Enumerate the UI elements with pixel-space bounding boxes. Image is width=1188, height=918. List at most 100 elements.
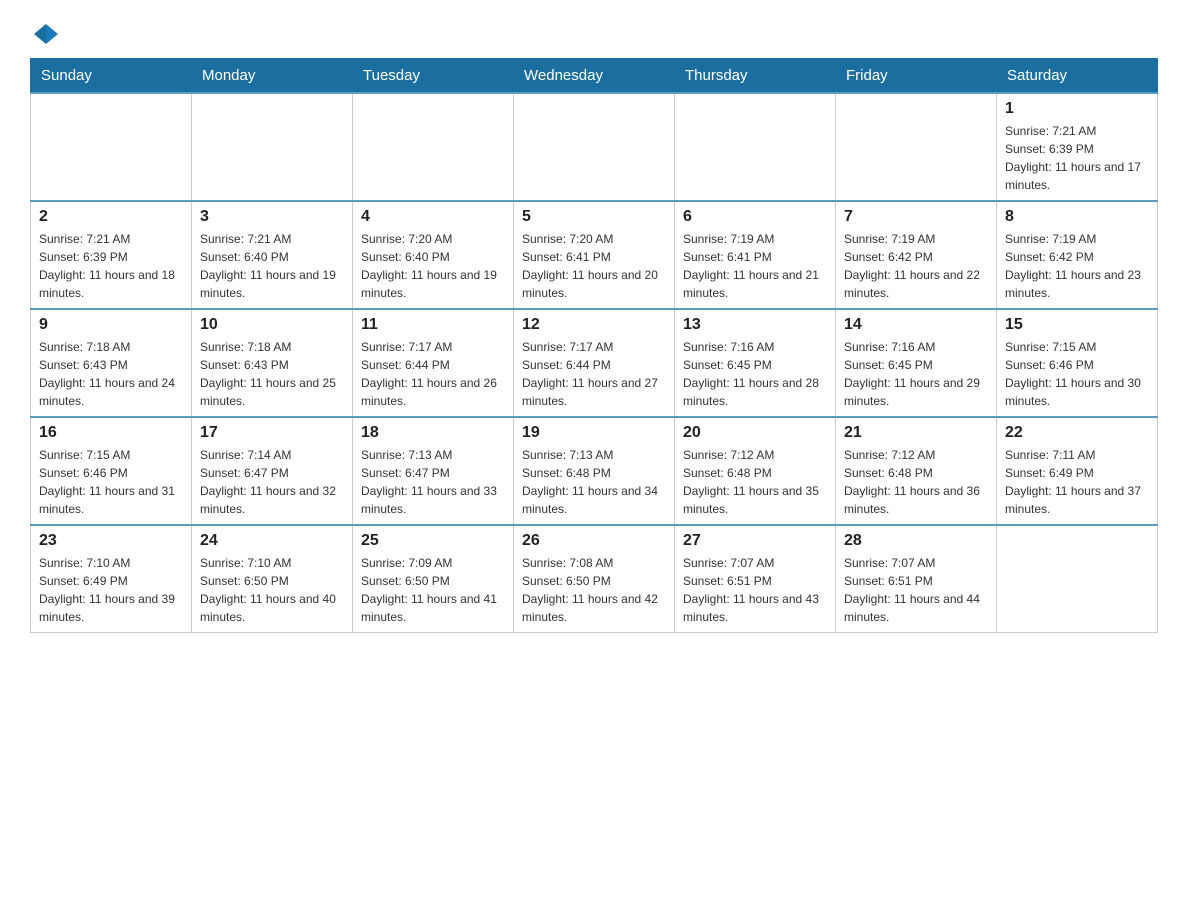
table-row: 26 Sunrise: 7:08 AM Sunset: 6:50 PM Dayli… [514, 525, 675, 633]
logo [30, 20, 60, 48]
table-row: 18 Sunrise: 7:13 AM Sunset: 6:47 PM Dayli… [353, 417, 514, 525]
col-thursday: Thursday [675, 59, 836, 94]
day-info: Sunrise: 7:13 AM Sunset: 6:48 PM Dayligh… [522, 446, 666, 518]
week-row-3: 9 Sunrise: 7:18 AM Sunset: 6:43 PM Daylig… [31, 309, 1158, 417]
day-info: Sunrise: 7:17 AM Sunset: 6:44 PM Dayligh… [361, 338, 505, 410]
day-info: Sunrise: 7:19 AM Sunset: 6:42 PM Dayligh… [1005, 230, 1149, 302]
logo-flag-icon [32, 20, 60, 48]
day-info: Sunrise: 7:18 AM Sunset: 6:43 PM Dayligh… [39, 338, 183, 410]
day-number: 11 [361, 316, 505, 334]
table-row: 27 Sunrise: 7:07 AM Sunset: 6:51 PM Dayli… [675, 525, 836, 633]
day-info: Sunrise: 7:12 AM Sunset: 6:48 PM Dayligh… [683, 446, 827, 518]
table-row: 5 Sunrise: 7:20 AM Sunset: 6:41 PM Daylig… [514, 201, 675, 309]
table-row: 24 Sunrise: 7:10 AM Sunset: 6:50 PM Dayli… [192, 525, 353, 633]
day-number: 19 [522, 424, 666, 442]
week-row-5: 23 Sunrise: 7:10 AM Sunset: 6:49 PM Dayli… [31, 525, 1158, 633]
day-number: 1 [1005, 100, 1149, 118]
week-row-4: 16 Sunrise: 7:15 AM Sunset: 6:46 PM Dayli… [31, 417, 1158, 525]
calendar-header-row: Sunday Monday Tuesday Wednesday Thursday… [31, 59, 1158, 94]
day-info: Sunrise: 7:12 AM Sunset: 6:48 PM Dayligh… [844, 446, 988, 518]
table-row [353, 93, 514, 201]
day-number: 23 [39, 532, 183, 550]
table-row: 6 Sunrise: 7:19 AM Sunset: 6:41 PM Daylig… [675, 201, 836, 309]
day-number: 28 [844, 532, 988, 550]
table-row: 19 Sunrise: 7:13 AM Sunset: 6:48 PM Dayli… [514, 417, 675, 525]
table-row: 21 Sunrise: 7:12 AM Sunset: 6:48 PM Dayli… [836, 417, 997, 525]
day-info: Sunrise: 7:21 AM Sunset: 6:39 PM Dayligh… [1005, 122, 1149, 194]
day-info: Sunrise: 7:07 AM Sunset: 6:51 PM Dayligh… [683, 554, 827, 626]
table-row [997, 525, 1158, 633]
day-info: Sunrise: 7:20 AM Sunset: 6:41 PM Dayligh… [522, 230, 666, 302]
day-number: 8 [1005, 208, 1149, 226]
day-info: Sunrise: 7:20 AM Sunset: 6:40 PM Dayligh… [361, 230, 505, 302]
table-row: 14 Sunrise: 7:16 AM Sunset: 6:45 PM Dayli… [836, 309, 997, 417]
day-number: 10 [200, 316, 344, 334]
calendar-table: Sunday Monday Tuesday Wednesday Thursday… [30, 58, 1158, 633]
col-sunday: Sunday [31, 59, 192, 94]
day-number: 13 [683, 316, 827, 334]
table-row: 7 Sunrise: 7:19 AM Sunset: 6:42 PM Daylig… [836, 201, 997, 309]
table-row: 17 Sunrise: 7:14 AM Sunset: 6:47 PM Dayli… [192, 417, 353, 525]
table-row: 28 Sunrise: 7:07 AM Sunset: 6:51 PM Dayli… [836, 525, 997, 633]
day-number: 6 [683, 208, 827, 226]
day-number: 18 [361, 424, 505, 442]
table-row: 22 Sunrise: 7:11 AM Sunset: 6:49 PM Dayli… [997, 417, 1158, 525]
day-info: Sunrise: 7:11 AM Sunset: 6:49 PM Dayligh… [1005, 446, 1149, 518]
week-row-1: 1 Sunrise: 7:21 AM Sunset: 6:39 PM Daylig… [31, 93, 1158, 201]
day-info: Sunrise: 7:07 AM Sunset: 6:51 PM Dayligh… [844, 554, 988, 626]
day-number: 22 [1005, 424, 1149, 442]
day-number: 2 [39, 208, 183, 226]
day-number: 16 [39, 424, 183, 442]
table-row: 16 Sunrise: 7:15 AM Sunset: 6:46 PM Dayli… [31, 417, 192, 525]
day-number: 17 [200, 424, 344, 442]
day-info: Sunrise: 7:21 AM Sunset: 6:39 PM Dayligh… [39, 230, 183, 302]
day-number: 5 [522, 208, 666, 226]
table-row: 8 Sunrise: 7:19 AM Sunset: 6:42 PM Daylig… [997, 201, 1158, 309]
day-number: 15 [1005, 316, 1149, 334]
table-row: 13 Sunrise: 7:16 AM Sunset: 6:45 PM Dayli… [675, 309, 836, 417]
table-row [31, 93, 192, 201]
day-number: 26 [522, 532, 666, 550]
day-number: 21 [844, 424, 988, 442]
col-friday: Friday [836, 59, 997, 94]
col-monday: Monday [192, 59, 353, 94]
day-number: 20 [683, 424, 827, 442]
day-number: 24 [200, 532, 344, 550]
day-info: Sunrise: 7:19 AM Sunset: 6:41 PM Dayligh… [683, 230, 827, 302]
table-row: 20 Sunrise: 7:12 AM Sunset: 6:48 PM Dayli… [675, 417, 836, 525]
table-row [675, 93, 836, 201]
table-row: 1 Sunrise: 7:21 AM Sunset: 6:39 PM Daylig… [997, 93, 1158, 201]
table-row: 4 Sunrise: 7:20 AM Sunset: 6:40 PM Daylig… [353, 201, 514, 309]
day-info: Sunrise: 7:10 AM Sunset: 6:49 PM Dayligh… [39, 554, 183, 626]
day-info: Sunrise: 7:08 AM Sunset: 6:50 PM Dayligh… [522, 554, 666, 626]
table-row [836, 93, 997, 201]
table-row: 2 Sunrise: 7:21 AM Sunset: 6:39 PM Daylig… [31, 201, 192, 309]
day-info: Sunrise: 7:15 AM Sunset: 6:46 PM Dayligh… [39, 446, 183, 518]
col-tuesday: Tuesday [353, 59, 514, 94]
day-info: Sunrise: 7:16 AM Sunset: 6:45 PM Dayligh… [683, 338, 827, 410]
day-info: Sunrise: 7:15 AM Sunset: 6:46 PM Dayligh… [1005, 338, 1149, 410]
col-saturday: Saturday [997, 59, 1158, 94]
table-row: 15 Sunrise: 7:15 AM Sunset: 6:46 PM Dayli… [997, 309, 1158, 417]
page-header [30, 20, 1158, 48]
day-number: 14 [844, 316, 988, 334]
day-info: Sunrise: 7:13 AM Sunset: 6:47 PM Dayligh… [361, 446, 505, 518]
col-wednesday: Wednesday [514, 59, 675, 94]
day-number: 27 [683, 532, 827, 550]
table-row: 3Sunrise: 7:21 AM Sunset: 6:40 PM Daylig… [192, 201, 353, 309]
day-info: Sunrise: 7:18 AM Sunset: 6:43 PM Dayligh… [200, 338, 344, 410]
table-row: 25Sunrise: 7:09 AM Sunset: 6:50 PM Dayli… [353, 525, 514, 633]
day-info: Sunrise: 7:19 AM Sunset: 6:42 PM Dayligh… [844, 230, 988, 302]
day-info: Sunrise: 7:17 AM Sunset: 6:44 PM Dayligh… [522, 338, 666, 410]
table-row: 9 Sunrise: 7:18 AM Sunset: 6:43 PM Daylig… [31, 309, 192, 417]
day-info: Sunrise: 7:14 AM Sunset: 6:47 PM Dayligh… [200, 446, 344, 518]
day-info: Sunrise: 7:10 AM Sunset: 6:50 PM Dayligh… [200, 554, 344, 626]
day-info: Sunrise: 7:16 AM Sunset: 6:45 PM Dayligh… [844, 338, 988, 410]
week-row-2: 2 Sunrise: 7:21 AM Sunset: 6:39 PM Daylig… [31, 201, 1158, 309]
day-info: Sunrise: 7:21 AM Sunset: 6:40 PM Dayligh… [200, 230, 344, 302]
day-number: 7 [844, 208, 988, 226]
day-number: 12 [522, 316, 666, 334]
day-number: 9 [39, 316, 183, 334]
day-number: 4 [361, 208, 505, 226]
table-row: 11 Sunrise: 7:17 AM Sunset: 6:44 PM Dayli… [353, 309, 514, 417]
